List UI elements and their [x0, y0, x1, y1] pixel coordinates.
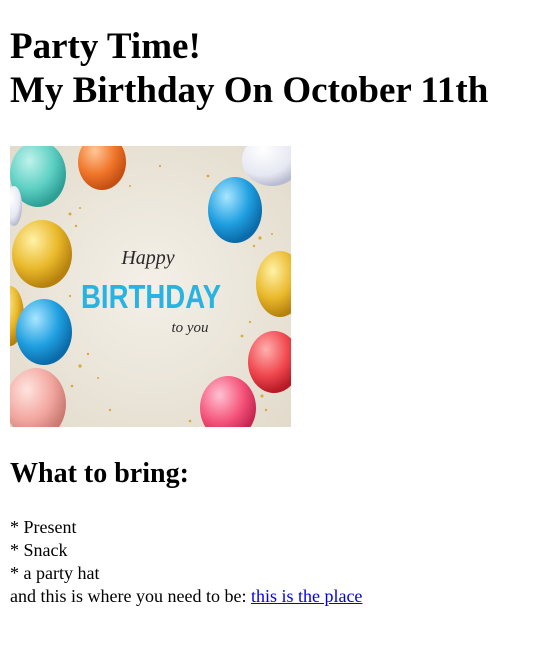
page-content: Party Time! My Birthday On October 11th	[10, 0, 550, 606]
balloon-blue-left	[16, 299, 72, 365]
place-link[interactable]: this is the place	[251, 586, 362, 606]
banner-birthday-text: BIRTHDAY	[81, 278, 221, 315]
balloon-gold-left	[12, 220, 72, 288]
banner-happy-text: Happy	[120, 247, 174, 269]
location-prefix: and this is where you need to be:	[10, 586, 251, 606]
birthday-banner-graphic: Happy BIRTHDAY to you	[10, 146, 291, 427]
bring-item-snack: * Snack	[10, 540, 68, 560]
title-line-1: Party Time!	[10, 26, 201, 67]
bring-item-party-hat: * a party hat	[10, 563, 100, 583]
banner-to-you-text: to you	[171, 320, 208, 336]
title-line-2: My Birthday On October 11th	[10, 70, 489, 111]
bring-list: * Present * Snack * a party hat and this…	[10, 516, 362, 608]
location-line: and this is where you need to be: this i…	[10, 585, 362, 608]
bring-heading: What to bring:	[10, 458, 189, 489]
birthday-banner-image: Happy BIRTHDAY to you	[10, 146, 291, 427]
page-title: Party Time! My Birthday On October 11th	[10, 25, 550, 113]
bring-item-present: * Present	[10, 517, 77, 537]
balloon-blue-top	[208, 177, 262, 243]
